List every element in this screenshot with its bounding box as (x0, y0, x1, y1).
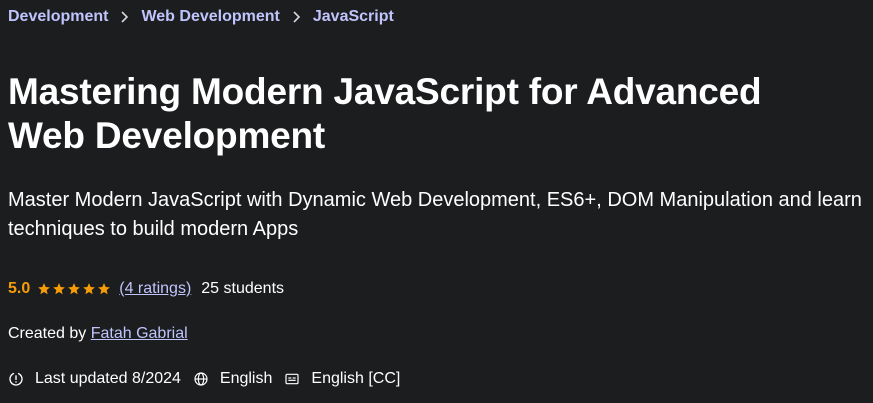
course-title: Mastering Modern JavaScript for Advanced… (8, 71, 762, 156)
star-icon (83, 283, 96, 295)
breadcrumb-web-development[interactable]: Web Development (141, 8, 279, 26)
course-language: English (193, 370, 272, 388)
last-updated: Last updated 8/2024 (8, 370, 181, 388)
rating-score: 5.0 (8, 280, 31, 297)
language-text: English (219, 370, 273, 387)
course-subtitle: Master Modern JavaScript with Dynamic We… (8, 189, 862, 240)
created-by-row: Created by Fatah Gabrial (8, 325, 188, 343)
ratings-count-link[interactable]: (4 ratings) (119, 280, 191, 298)
star-icon (38, 283, 51, 295)
course-captions: English [CC] (284, 370, 400, 388)
last-updated-text: Last updated 8/2024 (35, 370, 181, 387)
star-icon (68, 283, 81, 295)
globe-icon (194, 372, 208, 386)
breadcrumb-development[interactable]: Development (8, 8, 108, 26)
chevron-right-icon (120, 11, 129, 23)
students-count: 25 students (201, 280, 285, 297)
captions-text: English [CC] (311, 370, 401, 387)
breadcrumb-javascript[interactable]: JavaScript (313, 8, 394, 26)
closed-captions-icon (285, 373, 299, 385)
update-alert-icon (9, 372, 23, 386)
instructor-link[interactable]: Fatah Gabrial (91, 325, 188, 342)
chevron-right-icon (292, 11, 301, 23)
rating-row: 5.0 (4 ratings) 25 students (8, 280, 284, 298)
star-icon (98, 283, 111, 295)
course-meta-row: Last updated 8/2024 English English [CC] (8, 370, 412, 388)
created-by-label: Created by (8, 325, 91, 342)
star-icon (53, 283, 66, 295)
star-rating (37, 282, 112, 296)
breadcrumb: Development Web Development JavaScript (8, 8, 394, 26)
